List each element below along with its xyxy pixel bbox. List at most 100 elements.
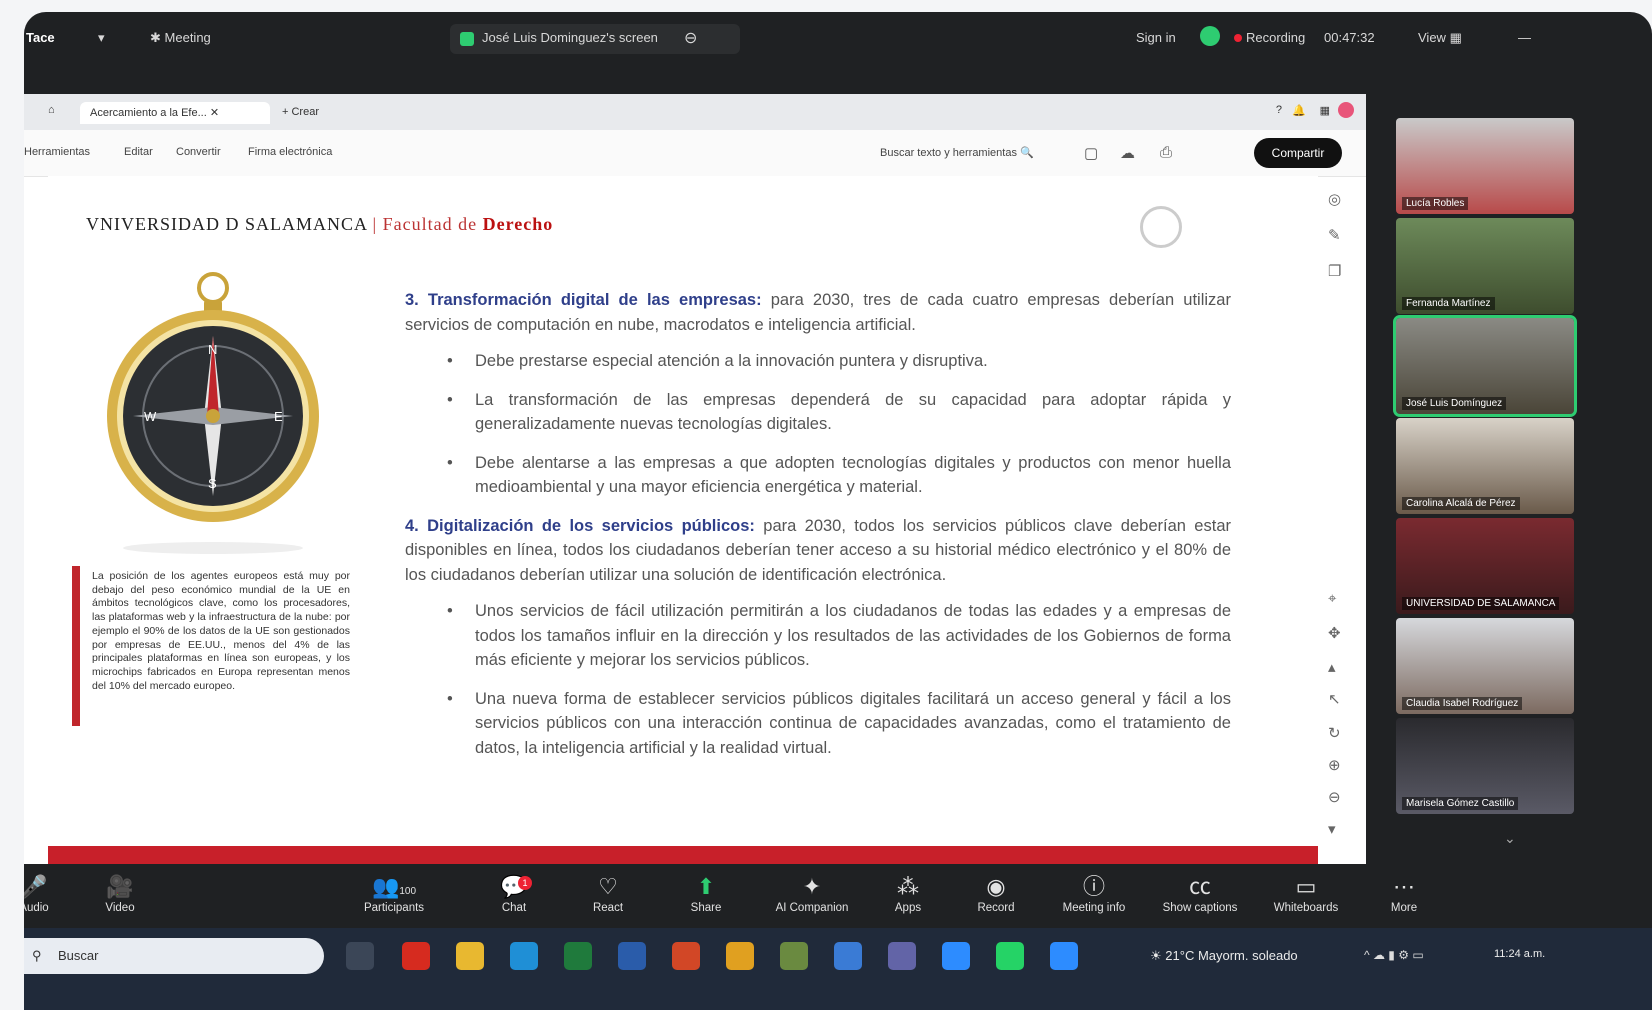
meeting-info-button[interactable]: ⓘ Meeting info: [1044, 872, 1144, 914]
edge-icon[interactable]: [510, 942, 538, 970]
search-label: Buscar texto y herramientas: [880, 147, 1017, 159]
ai-companion-icon: ✦: [802, 874, 822, 899]
powerpoint-icon[interactable]: [672, 942, 700, 970]
participants-button[interactable]: 👥100 Participants: [344, 872, 444, 914]
sidebar-quote: La posición de los agentes europeos está…: [92, 570, 350, 692]
bullet: Debe alentarse a las empresas a que adop…: [447, 451, 1231, 500]
view-options-icon[interactable]: ⊖: [684, 28, 697, 48]
chat-badge: 1: [518, 876, 532, 890]
menu-convert[interactable]: Convertir: [176, 146, 221, 158]
participant-tile-active-speaker[interactable]: José Luis Domínguez: [1393, 315, 1577, 417]
svg-text:N: N: [208, 342, 217, 357]
pdf-toolbar: Herramientas Editar Convertir Firma elec…: [24, 130, 1366, 177]
system-tray-icons[interactable]: ^ ☁ ▮ ⚙ ▭: [1364, 948, 1424, 962]
presentation-slide: VNIVERSIDAD D SALAMANCA | Facultad de De…: [48, 176, 1318, 844]
more-button[interactable]: ⋯ More: [1354, 872, 1454, 914]
search-tools-field[interactable]: Buscar texto y herramientas 🔍: [880, 146, 1034, 159]
cloud-icon[interactable]: ☁: [1120, 144, 1135, 162]
comment-icon[interactable]: ◎: [1328, 190, 1341, 208]
word-icon[interactable]: [618, 942, 646, 970]
quote-accent-bar: [72, 566, 80, 726]
zoom-in-icon[interactable]: ⊕: [1328, 756, 1341, 774]
copy-icon[interactable]: ❐: [1328, 262, 1341, 280]
help-icon[interactable]: ?: [1276, 104, 1282, 116]
browser-tab-strip: ⌂ Acercamiento a la Efe... ✕ + Crear ? 🔔…: [24, 94, 1366, 130]
participant-tile[interactable]: Marisela Gómez Castillo: [1396, 718, 1574, 814]
menu-tools[interactable]: Herramientas: [24, 146, 90, 158]
participant-tile[interactable]: Carolina Alcalá de Pérez: [1396, 418, 1574, 514]
chevron-down-icon[interactable]: ▾: [98, 30, 105, 46]
sun-icon: ☀: [1150, 948, 1162, 963]
user-avatar[interactable]: [1338, 102, 1354, 118]
taskbar-search[interactable]: ⚲ Buscar: [24, 938, 324, 974]
bullet: Unos servicios de fácil utilización perm…: [447, 599, 1231, 673]
pointer-icon[interactable]: ↖: [1328, 690, 1341, 708]
participant-name: Claudia Isabel Rodríguez: [1402, 697, 1523, 710]
menu-esign[interactable]: Firma electrónica: [248, 146, 332, 158]
video-button[interactable]: 🎥 Video: [70, 872, 170, 914]
participant-tile[interactable]: Claudia Isabel Rodríguez: [1396, 618, 1574, 714]
outlook-icon[interactable]: [942, 942, 970, 970]
recording-indicator[interactable]: Recording: [1234, 30, 1305, 45]
svg-text:W: W: [144, 409, 157, 424]
app-title-fragment: Tace: [26, 30, 55, 45]
apps-grid-icon[interactable]: ▦: [1320, 104, 1330, 117]
pdf-side-tools: ◎ ✎ ❐ ⌖ ✥ ▴ ↖ ↻ ⊕ ⊖ ▾: [1322, 190, 1352, 870]
toolbar-label: Meeting info: [1062, 902, 1126, 914]
weather-widget[interactable]: ☀ 21°C Mayorm. soleado: [1150, 948, 1298, 964]
gallery-scroll-down-icon[interactable]: ⌄: [1504, 830, 1516, 847]
header-separator: |: [367, 214, 383, 234]
minimize-icon[interactable]: —: [1518, 30, 1531, 45]
clock[interactable]: 11:24 a.m.: [1494, 948, 1545, 960]
teams-icon[interactable]: [888, 942, 916, 970]
scroll-up-icon[interactable]: ▴: [1328, 658, 1336, 676]
sign-in-link[interactable]: Sign in: [1136, 30, 1176, 45]
zoom-icon[interactable]: [1050, 942, 1078, 970]
share-screen-button[interactable]: ⬆ Share: [656, 872, 756, 914]
toolbar-label: Chat: [501, 902, 527, 914]
whiteboards-button[interactable]: ▭ Whiteboards: [1256, 872, 1356, 914]
participant-tile[interactable]: UNIVERSIDAD DE SALAMANCA: [1396, 518, 1574, 614]
share-doc-button[interactable]: Compartir: [1254, 138, 1342, 168]
participant-name: José Luis Domínguez: [1402, 397, 1507, 410]
toolbar-label: AI Companion: [775, 902, 849, 914]
participant-tile[interactable]: Fernanda Martínez: [1396, 218, 1574, 314]
screen-share-indicator[interactable]: José Luis Dominguez's screen ⊖: [450, 24, 740, 54]
whatsapp-icon[interactable]: [996, 942, 1024, 970]
react-button[interactable]: ♡ React: [558, 872, 658, 914]
app-icon[interactable]: [780, 942, 808, 970]
shield-icon[interactable]: [1200, 26, 1220, 46]
zoom-out-icon[interactable]: ⊖: [1328, 788, 1341, 806]
store-icon[interactable]: [834, 942, 862, 970]
file-explorer-icon[interactable]: [456, 942, 484, 970]
print-icon[interactable]: ⎙: [1160, 144, 1172, 161]
captions-button[interactable]: ㏄ Show captions: [1150, 872, 1250, 914]
page-icon[interactable]: ▢: [1084, 144, 1098, 162]
participant-tile[interactable]: Lucía Robles: [1396, 118, 1574, 214]
point-3: 3. Transformación digital de las empresa…: [405, 288, 1231, 337]
edit-icon[interactable]: ✎: [1328, 226, 1341, 244]
browser-tab-active[interactable]: Acercamiento a la Efe... ✕: [80, 102, 270, 124]
excel-icon[interactable]: [564, 942, 592, 970]
acrobat-icon[interactable]: [402, 942, 430, 970]
ai-companion-button[interactable]: ✦ AI Companion: [762, 872, 862, 914]
chat-button[interactable]: 1 💬 Chat: [464, 872, 564, 914]
menu-edit[interactable]: Editar: [124, 146, 153, 158]
zoom-fit-icon[interactable]: ⌖: [1328, 590, 1336, 607]
task-view-icon[interactable]: [346, 942, 374, 970]
meeting-menu[interactable]: ✱ Meeting: [150, 30, 211, 46]
apps-button[interactable]: ⁂ Apps: [858, 872, 958, 914]
bell-icon[interactable]: 🔔: [1292, 104, 1306, 117]
chat-icon: 💬: [500, 874, 528, 899]
pan-icon[interactable]: ✥: [1328, 624, 1341, 642]
home-icon[interactable]: ⌂: [48, 104, 55, 116]
point-3-heading: 3. Transformación digital de las empresa…: [405, 291, 762, 309]
search-icon: ⚲: [32, 948, 42, 963]
rotate-icon[interactable]: ↻: [1328, 724, 1341, 742]
chrome-icon[interactable]: [726, 942, 754, 970]
record-button[interactable]: ◉ Record: [946, 872, 1046, 914]
scroll-down-icon[interactable]: ▾: [1328, 820, 1336, 838]
faculty-name: Derecho: [482, 214, 554, 234]
view-button[interactable]: View ▦: [1418, 30, 1462, 46]
new-tab-button[interactable]: + Crear: [282, 106, 319, 118]
